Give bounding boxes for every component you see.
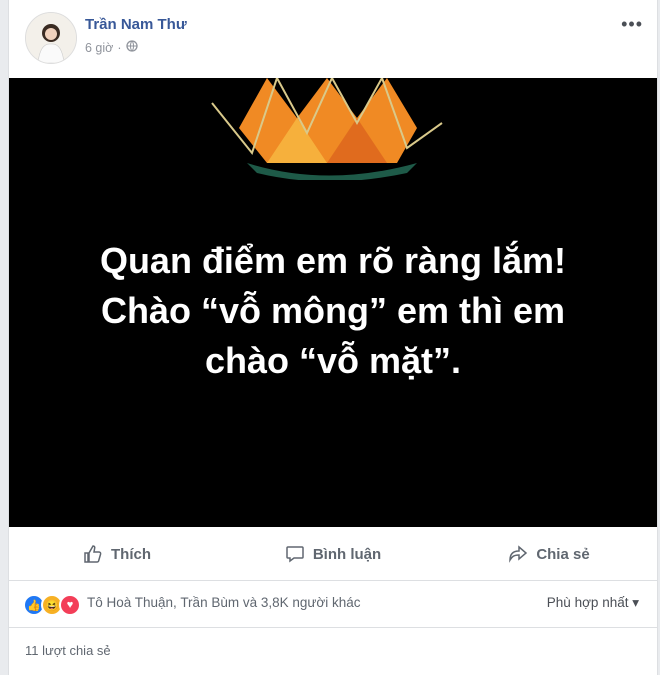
post-time[interactable]: 6 giờ [85,41,113,55]
post-text: Quan điểm em rõ ràng lắm! Chào “vỗ mông”… [9,236,657,386]
post-text-line: chào “vỗ mặt”. [204,340,462,381]
sort-dropdown[interactable]: Phù hợp nhất ▾ [547,595,639,611]
author-name[interactable]: Trần Nam Thư [85,16,187,33]
comment-icon [286,546,304,563]
crown-icon [211,78,443,180]
post-text-line: Chào “vỗ mông” em thì em [100,290,566,331]
reaction-names[interactable]: Tô Hoà Thuận, Trần Bùm và 3,8K người khá… [87,595,361,610]
reaction-icons[interactable]: 👍 😆 ♥ [23,594,81,616]
love-reaction-icon: ♥ [59,594,81,616]
action-bar: Thích Bình luận Chia sẻ [9,528,657,581]
share-count[interactable]: 11 lượt chia sẻ [25,643,111,658]
avatar[interactable] [25,12,77,64]
post-header: Trần Nam Thư 6 giờ · ••• [9,0,657,78]
share-button[interactable]: Chia sẻ [441,528,657,580]
post-text-line: Quan điểm em rõ ràng lắm! [99,240,567,281]
like-label: Thích [111,545,151,563]
globe-icon [125,40,138,55]
comment-button[interactable]: Bình luận [225,528,441,580]
share-label: Chia sẻ [536,545,590,563]
reactions-bar: 👍 😆 ♥ Tô Hoà Thuận, Trần Bùm và 3,8K ngư… [9,581,657,628]
post-meta: 6 giờ · [85,40,138,55]
comment-label: Bình luận [312,545,382,563]
post-card: Trần Nam Thư 6 giờ · ••• Quan điểm em rõ… [8,0,658,675]
meta-separator: · [117,40,122,55]
thumbs-up-icon [84,545,102,563]
share-icon [509,545,528,563]
like-button[interactable]: Thích [9,528,225,580]
post-image[interactable]: Quan điểm em rõ ràng lắm! Chào “vỗ mông”… [9,78,657,527]
more-options-icon[interactable]: ••• [621,14,643,35]
